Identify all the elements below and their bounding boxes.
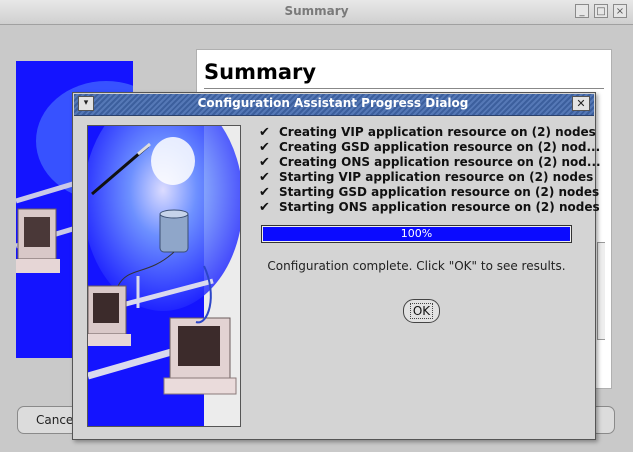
summary-scrollbar[interactable] bbox=[597, 242, 605, 340]
task-item: ✔ Starting GSD application resource on (2… bbox=[259, 185, 599, 200]
progress-label: 100% bbox=[400, 227, 433, 240]
task-item: ✔ Starting ONS application resource on (2… bbox=[259, 200, 600, 215]
ok-button[interactable]: OK bbox=[403, 299, 440, 323]
task-item: ✔ Creating VIP application resource on (2… bbox=[259, 125, 596, 140]
progress-bar: 100% bbox=[261, 225, 572, 243]
window-menu-icon[interactable]: ▾ bbox=[78, 96, 94, 111]
dialog-illustration bbox=[87, 125, 241, 427]
summary-heading: Summary bbox=[204, 60, 317, 84]
checkmark-icon: ✔ bbox=[259, 125, 270, 140]
task-label: Starting VIP application resource on (2)… bbox=[279, 170, 594, 184]
task-label: Creating VIP application resource on (2)… bbox=[279, 125, 596, 139]
checkmark-icon: ✔ bbox=[259, 170, 270, 185]
checkmark-icon: ✔ bbox=[259, 200, 270, 215]
background-window-title: Summary bbox=[284, 4, 349, 18]
status-message: Configuration complete. Click "OK" to se… bbox=[267, 259, 566, 273]
task-label: Creating ONS application resource on (2)… bbox=[279, 155, 601, 169]
progress-dialog: Configuration Assistant Progress Dialog … bbox=[72, 92, 601, 440]
task-label: Starting GSD application resource on (2)… bbox=[279, 185, 600, 199]
checkmark-icon: ✔ bbox=[259, 140, 270, 155]
dialog-close-icon[interactable]: ✕ bbox=[572, 96, 590, 111]
window-close-button[interactable]: × bbox=[613, 4, 627, 18]
focus-ring bbox=[410, 303, 433, 319]
minimize-button[interactable]: _ bbox=[575, 4, 589, 18]
maximize-button[interactable]: □ bbox=[594, 4, 608, 18]
task-item: ✔ Starting VIP application resource on (2… bbox=[259, 170, 593, 185]
task-label: Starting ONS application resource on (2)… bbox=[279, 200, 600, 214]
checkmark-icon: ✔ bbox=[259, 155, 270, 170]
task-item: ✔ Creating GSD application resource on (2… bbox=[259, 140, 600, 155]
summary-divider bbox=[204, 88, 604, 89]
dialog-title: Configuration Assistant Progress Dialog bbox=[197, 96, 469, 110]
task-item: ✔ Creating ONS application resource on (2… bbox=[259, 155, 601, 170]
task-label: Creating GSD application resource on (2)… bbox=[279, 140, 601, 154]
checkmark-icon: ✔ bbox=[259, 185, 270, 200]
